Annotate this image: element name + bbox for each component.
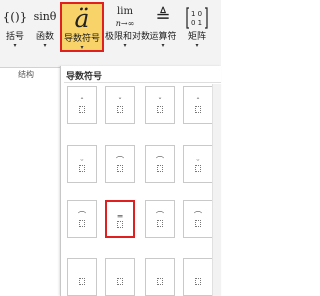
derivative-icon: ä [74,4,90,33]
derivative-template-item[interactable] [183,258,213,296]
placeholder-box-icon [79,220,85,227]
accent-glyph: ⌒ [78,211,86,220]
operator-label: 运算符 [149,32,177,42]
derivative-template-item[interactable]: ⌒ [145,200,175,238]
derivative-template-item[interactable]: ⌒ [145,145,175,183]
bracket-button[interactable]: {()} 括号 ▾ [2,2,28,52]
derivative-symbol-button[interactable]: ä 导数符号 ▾ [60,2,104,52]
placeholder-box-icon [117,106,123,113]
limit-log-label: 极限和对数 [105,32,151,42]
derivative-template-item[interactable] [145,258,175,296]
gallery-scrollbar[interactable] [212,84,221,296]
limit-icon-top: lim [117,6,133,17]
function-button[interactable]: sinθ 函数 ▾ [31,2,59,52]
accent-glyph: ˇ [118,97,122,106]
function-label: 函数 [35,32,54,42]
gallery-title: 导数符号 [66,72,103,82]
bracket-label: 括号 [5,32,24,42]
function-icon: sinθ [33,10,57,23]
placeholder-box-icon [195,278,201,285]
placeholder-box-icon [79,106,85,113]
derivative-template-item[interactable]: ᵕ [67,145,97,183]
derivative-label: 导数符号 [63,34,100,44]
placeholder-box-icon [157,220,163,227]
placeholder-box-icon [79,278,85,285]
group-label-structure: 结构 [18,70,34,79]
accent-glyph: ⌒ [156,156,164,165]
matrix-button[interactable]: 1 0 0 1 矩阵 ▾ [181,2,213,52]
accent-glyph: ⌒ [194,211,202,220]
ribbon: {()} 括号 ▾ sinθ 函数 ▾ ä 导数符号 ▾ lim n→∞ 极限和… [0,0,221,68]
limit-icon: lim n→∞ [105,2,145,32]
operator-icon: ≜ [155,6,171,27]
placeholder-box-icon [117,221,123,228]
placeholder-box-icon [157,106,163,113]
accent-glyph: ═ [117,212,123,221]
derivative-template-item[interactable] [67,258,97,296]
placeholder-box-icon [117,165,123,172]
chevron-down-icon: ▾ [43,42,47,49]
accent-glyph: ᵕ [80,156,84,165]
derivative-template-item[interactable]: ⌒ [105,145,135,183]
svg-text:1 0: 1 0 [191,10,202,18]
accent-glyph: ⌒ [116,156,124,165]
derivative-template-item[interactable]: ˆ [183,86,213,124]
matrix-label: 矩阵 [187,32,206,42]
matrix-icon: 1 0 0 1 [181,2,213,32]
placeholder-box-icon [195,165,201,172]
chevron-down-icon: ▾ [13,42,17,49]
derivative-template-item[interactable]: ˇ [105,86,135,124]
derivative-template-item[interactable]: ═ [105,200,135,238]
derivative-template-item[interactable]: ˇ [145,86,175,124]
limit-log-button[interactable]: lim n→∞ 极限和对数 ▾ [105,2,151,52]
accent-glyph: ˆ [196,97,200,106]
placeholder-box-icon [195,220,201,227]
derivative-template-item[interactable]: ˆ [67,86,97,124]
accent-glyph: ˇ [158,97,162,106]
placeholder-box-icon [157,165,163,172]
chevron-down-icon: ▾ [80,44,84,51]
derivative-template-item[interactable]: ⌒ [183,200,213,238]
accent-glyph: ˆ [80,97,84,106]
placeholder-box-icon [117,278,123,285]
bracket-icon: {()} [2,10,28,24]
accent-glyph: ⌒ [156,211,164,220]
gallery-title-divider [64,82,221,83]
derivative-template-item[interactable]: ⌒ [67,200,97,238]
operator-button[interactable]: ≜ 运算符 ▾ [147,2,179,52]
placeholder-box-icon [157,278,163,285]
chevron-down-icon: ▾ [123,42,127,49]
placeholder-box-icon [79,165,85,172]
limit-icon-bottom: n→∞ [115,19,135,28]
placeholder-box-icon [195,106,201,113]
chevron-down-icon: ▾ [195,42,199,49]
derivative-template-item[interactable] [105,258,135,296]
accent-glyph: ᵕ [196,156,200,165]
derivative-template-item[interactable]: ᵕ [183,145,213,183]
svg-text:0 1: 0 1 [191,19,202,27]
chevron-down-icon: ▾ [161,42,165,49]
